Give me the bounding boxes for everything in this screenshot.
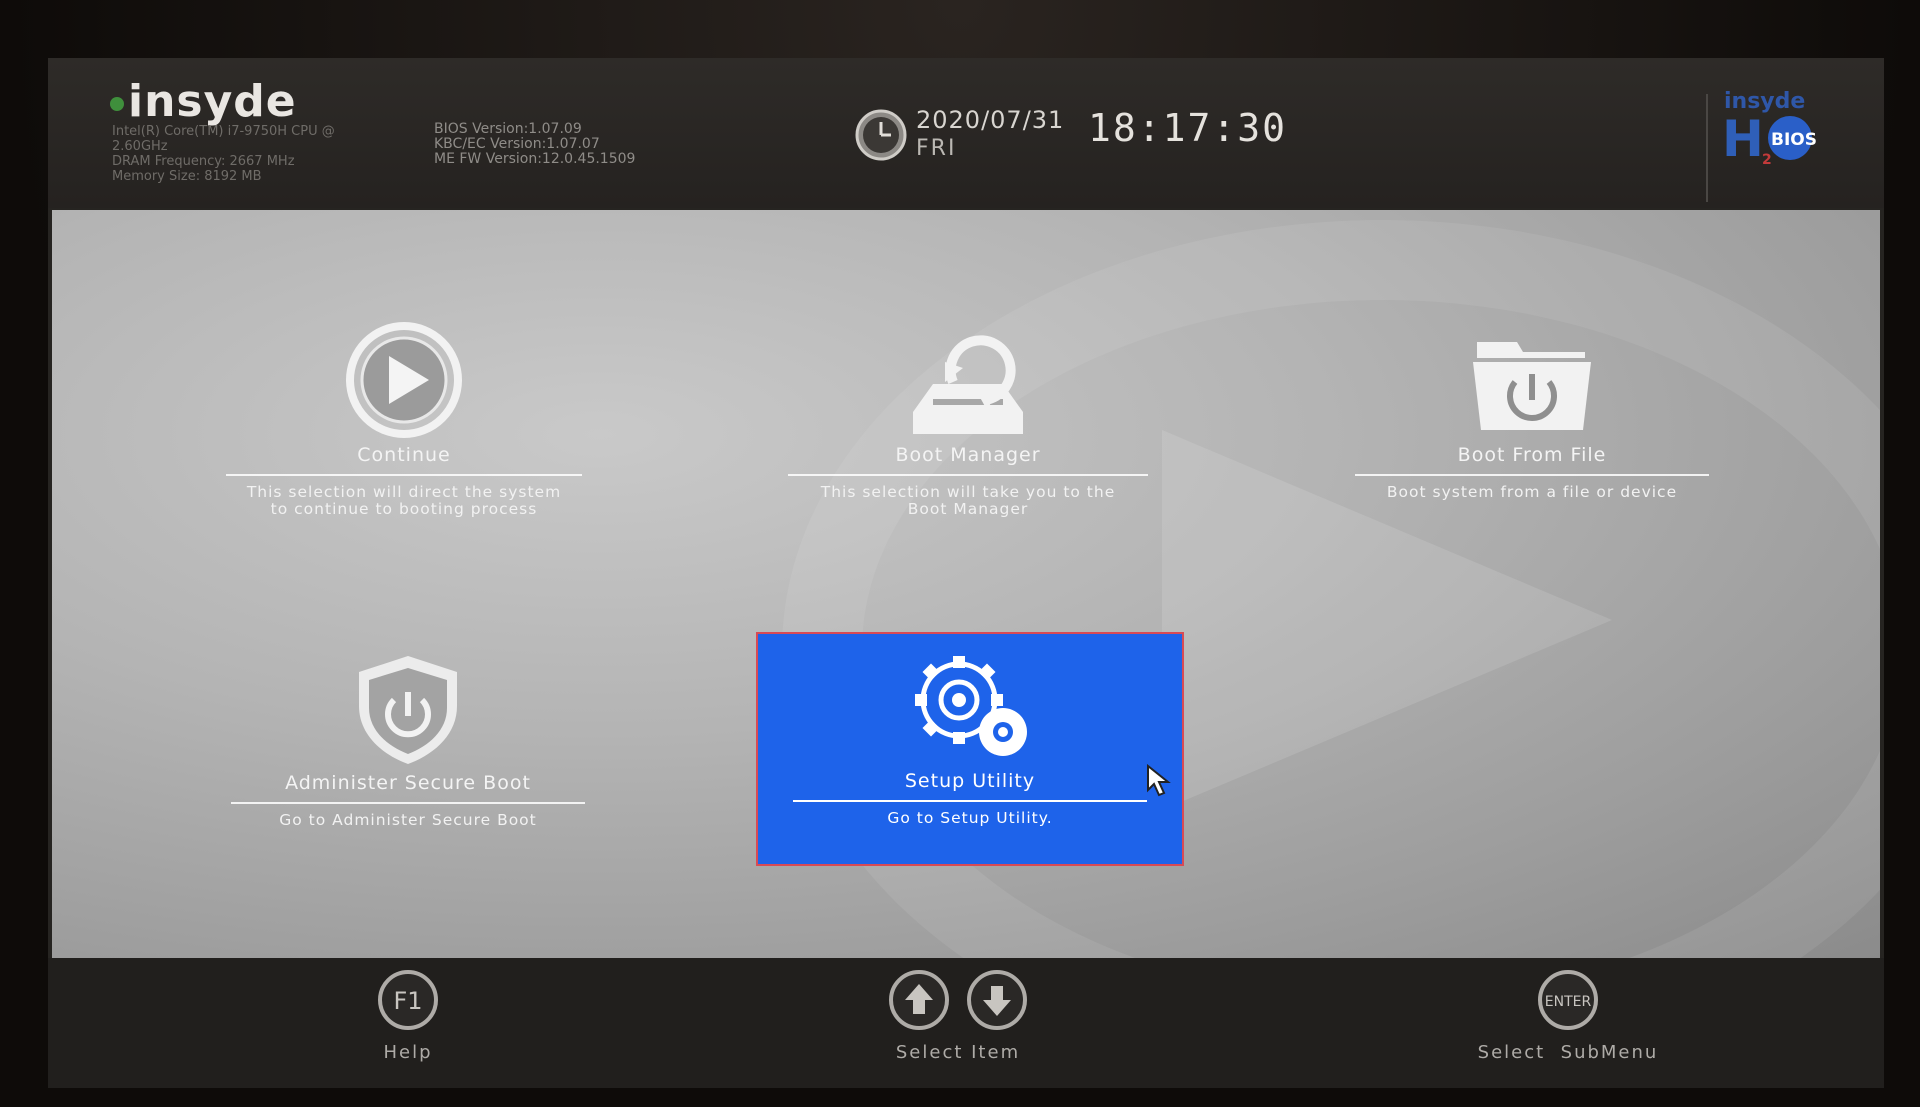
description-line-1: Go to Administer Secure Boot xyxy=(279,811,537,829)
folder-power-icon xyxy=(1473,342,1591,430)
menu-item-administer-secure-boot[interactable]: Administer Secure Boot Go to Administer … xyxy=(228,650,588,829)
header-bar: insyde Intel(R) Core(TM) i7-9750H CPU @ … xyxy=(48,58,1884,208)
menu-item-description: Go to Setup Utility. xyxy=(758,810,1182,827)
header-divider xyxy=(1706,94,1708,202)
footer-bar: F1 Help Select Item ENTER Select SubMenu xyxy=(48,958,1884,1088)
clock-icon xyxy=(855,109,907,161)
day-display: FRI xyxy=(916,136,957,161)
h2o-badge-text: BIOS xyxy=(1771,130,1817,150)
arrow-down-icon xyxy=(967,970,1027,1030)
description-line-1: This selection will take you to the xyxy=(820,483,1116,501)
play-icon xyxy=(346,322,462,438)
menu-item-description: This selection will take you to the Boot… xyxy=(788,484,1148,518)
insyde-logo: insyde xyxy=(110,76,297,127)
bios-screen: insyde Intel(R) Core(TM) i7-9750H CPU @ … xyxy=(48,58,1884,1088)
bios-version: BIOS Version:1.07.09 xyxy=(434,121,582,137)
h2o-main-text: H xyxy=(1722,110,1764,168)
menu-item-divider xyxy=(1355,474,1709,476)
help-label: Help xyxy=(383,1042,433,1063)
description-line-1: Boot system from a file or device xyxy=(1386,483,1678,501)
arrow-keys xyxy=(868,968,1048,1036)
menu-item-divider xyxy=(231,802,585,804)
menu-item-divider xyxy=(793,800,1147,802)
menu-item-boot-from-file[interactable]: Boot From File Boot system from a file o… xyxy=(1352,322,1712,501)
menu-item-description: This selection will direct the system to… xyxy=(224,484,584,518)
cpu-line-1: Intel(R) Core(TM) i7-9750H CPU @ xyxy=(112,124,335,139)
gears-icon xyxy=(915,656,1027,756)
menu-item-title: Setup Utility xyxy=(904,770,1036,792)
shield-power-icon xyxy=(359,656,457,764)
menu-item-description: Go to Administer Secure Boot xyxy=(228,812,588,829)
me-fw-version: ME FW Version:12.0.45.1509 xyxy=(434,151,636,167)
description-line-2: to continue to booting process xyxy=(270,500,538,518)
system-info: Intel(R) Core(TM) i7-9750H CPU @ 2.60GHz… xyxy=(112,124,335,184)
cpu-line-2: 2.60GHz xyxy=(112,139,168,154)
f1-key-text: F1 xyxy=(393,987,422,1015)
insyde-h2o-logo: insyde H BIOS 2 xyxy=(1722,89,1817,168)
firmware-info: BIOS Version:1.07.09 KBC/EC Version:1.07… xyxy=(434,122,635,167)
arrow-up-icon xyxy=(889,970,949,1030)
kbc-version: KBC/EC Version:1.07.07 xyxy=(434,136,600,152)
menu-item-divider xyxy=(788,474,1148,476)
description-line-1: Go to Setup Utility. xyxy=(887,809,1053,827)
menu-item-title: Boot From File xyxy=(1457,444,1607,466)
mouse-cursor-icon xyxy=(1147,764,1171,797)
boot-manager-icon xyxy=(913,335,1023,434)
main-menu-area: Continue This selection will direct the … xyxy=(52,210,1880,958)
select-submenu-label: Select SubMenu xyxy=(1477,1042,1659,1063)
brand-text: insyde xyxy=(128,76,297,127)
time-display: 18:17:30 xyxy=(1088,106,1288,150)
date-display: 2020/07/31 xyxy=(916,106,1065,134)
logo-dot-icon xyxy=(110,97,124,111)
h2o-sub-text: 2 xyxy=(1762,152,1772,168)
menu-item-continue[interactable]: Continue This selection will direct the … xyxy=(224,322,584,518)
dram-frequency: DRAM Frequency: 2667 MHz xyxy=(112,154,295,169)
description-line-2: Boot Manager xyxy=(907,500,1029,518)
menu-item-title: Continue xyxy=(357,444,451,466)
menu-item-description: Boot system from a file or device xyxy=(1352,484,1712,501)
help-hint[interactable]: F1 Help xyxy=(318,968,498,1063)
select-item-label: Select Item xyxy=(895,1042,1021,1063)
select-submenu-hint[interactable]: ENTER Select SubMenu xyxy=(1458,968,1678,1063)
menu-item-title: Boot Manager xyxy=(895,444,1041,466)
enter-key-text: ENTER xyxy=(1545,994,1592,1010)
select-item-hint[interactable]: Select Item xyxy=(868,968,1048,1063)
memory-size: Memory Size: 8192 MB xyxy=(112,169,262,184)
menu-item-boot-manager[interactable]: Boot Manager This selection will take yo… xyxy=(788,322,1148,518)
menu-item-title: Administer Secure Boot xyxy=(285,772,531,794)
menu-item-divider xyxy=(226,474,582,476)
enter-key-icon: ENTER xyxy=(1538,970,1598,1030)
description-line-1: This selection will direct the system xyxy=(246,483,562,501)
menu-item-setup-utility[interactable]: Setup Utility Go to Setup Utility. xyxy=(756,632,1184,866)
f1-key-icon: F1 xyxy=(378,970,438,1030)
